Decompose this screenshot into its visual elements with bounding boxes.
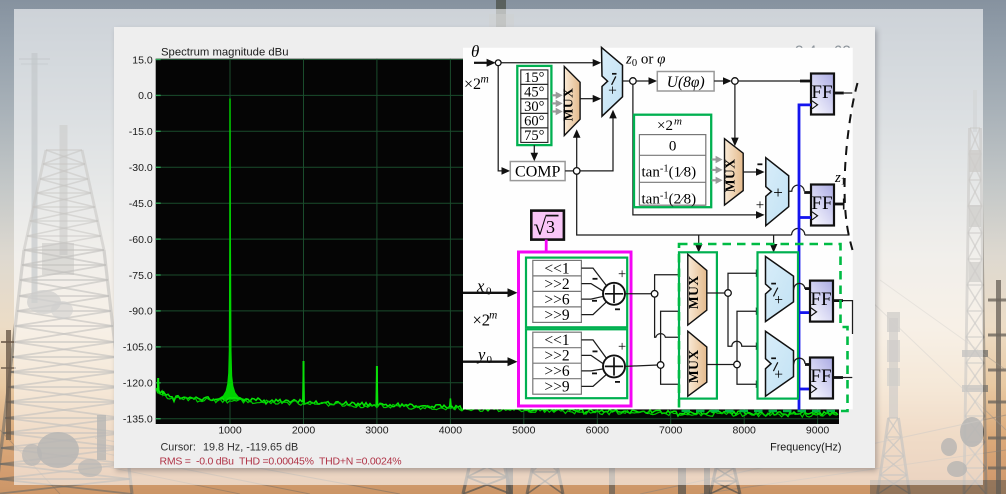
svg-text:0: 0 — [669, 139, 677, 155]
svg-text:8000: 8000 — [733, 425, 757, 437]
svg-text:0: 0 — [487, 354, 493, 366]
svg-text:Spectrum magnitude dBu: Spectrum magnitude dBu — [161, 47, 288, 59]
svg-text:9000: 9000 — [806, 425, 830, 437]
svg-text:COMP: COMP — [515, 164, 560, 181]
svg-text:3: 3 — [546, 217, 555, 237]
svg-text:0.0: 0.0 — [138, 90, 153, 102]
svg-text:FF: FF — [811, 193, 832, 214]
svg-text:m: m — [489, 310, 497, 322]
svg-text:-30.0: -30.0 — [129, 162, 153, 174]
svg-text:MUX: MUX — [686, 349, 701, 383]
svg-text:3000: 3000 — [365, 425, 389, 437]
svg-text:θ: θ — [471, 42, 479, 61]
svg-text:2000: 2000 — [292, 425, 316, 437]
svg-text:>>9: >>9 — [544, 379, 569, 396]
svg-text:×2: ×2 — [657, 118, 673, 134]
svg-text:+: + — [774, 367, 783, 384]
svg-text:-105.0: -105.0 — [123, 342, 153, 354]
svg-text:+: + — [608, 82, 617, 99]
svg-text:+: + — [618, 266, 626, 282]
svg-text:Cursor:: Cursor: — [161, 441, 196, 453]
svg-text:×2: ×2 — [473, 311, 491, 330]
svg-text:-45.0: -45.0 — [129, 198, 153, 210]
svg-text:MUX: MUX — [722, 159, 737, 193]
svg-text:+: + — [618, 339, 626, 355]
svg-text:tan-1(2⁄8): tan-1(2⁄8) — [642, 190, 697, 207]
svg-text:+: + — [773, 183, 783, 202]
svg-text:>>9: >>9 — [544, 307, 569, 324]
svg-text:-15.0: -15.0 — [129, 126, 153, 138]
svg-text:MUX: MUX — [561, 88, 576, 122]
svg-text:-90.0: -90.0 — [129, 306, 153, 318]
svg-text:-60.0: -60.0 — [129, 234, 153, 246]
svg-text:+: + — [774, 292, 783, 309]
svg-text:>>2: >>2 — [544, 276, 569, 293]
svg-text:+: + — [756, 197, 764, 213]
svg-text:z0 or φ: z0 or φ — [625, 51, 665, 69]
svg-text:m: m — [481, 74, 489, 86]
svg-text:>>2: >>2 — [544, 348, 569, 365]
svg-text:MUX: MUX — [686, 275, 701, 309]
svg-text:Frequency(Hz): Frequency(Hz) — [770, 442, 841, 454]
svg-text:<<1: <<1 — [544, 332, 569, 349]
svg-text:×2: ×2 — [464, 76, 481, 93]
svg-text:m: m — [674, 116, 682, 128]
svg-text:6000: 6000 — [586, 425, 610, 437]
svg-text:>>6: >>6 — [544, 363, 569, 380]
svg-text:4000: 4000 — [439, 425, 463, 437]
svg-text:5000: 5000 — [512, 425, 536, 437]
svg-text:-135.0: -135.0 — [123, 414, 153, 426]
svg-text:-75.0: -75.0 — [129, 270, 153, 282]
svg-text:U(8φ): U(8φ) — [667, 74, 705, 91]
svg-text:RMS = -0.0 dBu THD =0.00045%: RMS = -0.0 dBu THD =0.00045% THD+N =0.00… — [160, 455, 402, 467]
svg-text:-120.0: -120.0 — [123, 378, 153, 390]
svg-text:19.8 Hz, -119.65 dB: 19.8 Hz, -119.65 dB — [203, 441, 298, 453]
svg-text:1000: 1000 — [218, 425, 242, 437]
svg-text:FF: FF — [810, 289, 831, 310]
svg-text:FF: FF — [810, 366, 831, 387]
svg-text:FF: FF — [811, 82, 832, 103]
svg-text:>>6: >>6 — [544, 291, 569, 308]
svg-text:√: √ — [534, 215, 547, 240]
svg-text:<<1: <<1 — [544, 260, 569, 277]
svg-text:tan-1(1⁄8): tan-1(1⁄8) — [642, 163, 697, 180]
svg-text:15.0: 15.0 — [132, 54, 153, 66]
svg-text:0: 0 — [486, 286, 492, 298]
svg-text:75°: 75° — [524, 128, 545, 144]
svg-text:7000: 7000 — [659, 425, 683, 437]
